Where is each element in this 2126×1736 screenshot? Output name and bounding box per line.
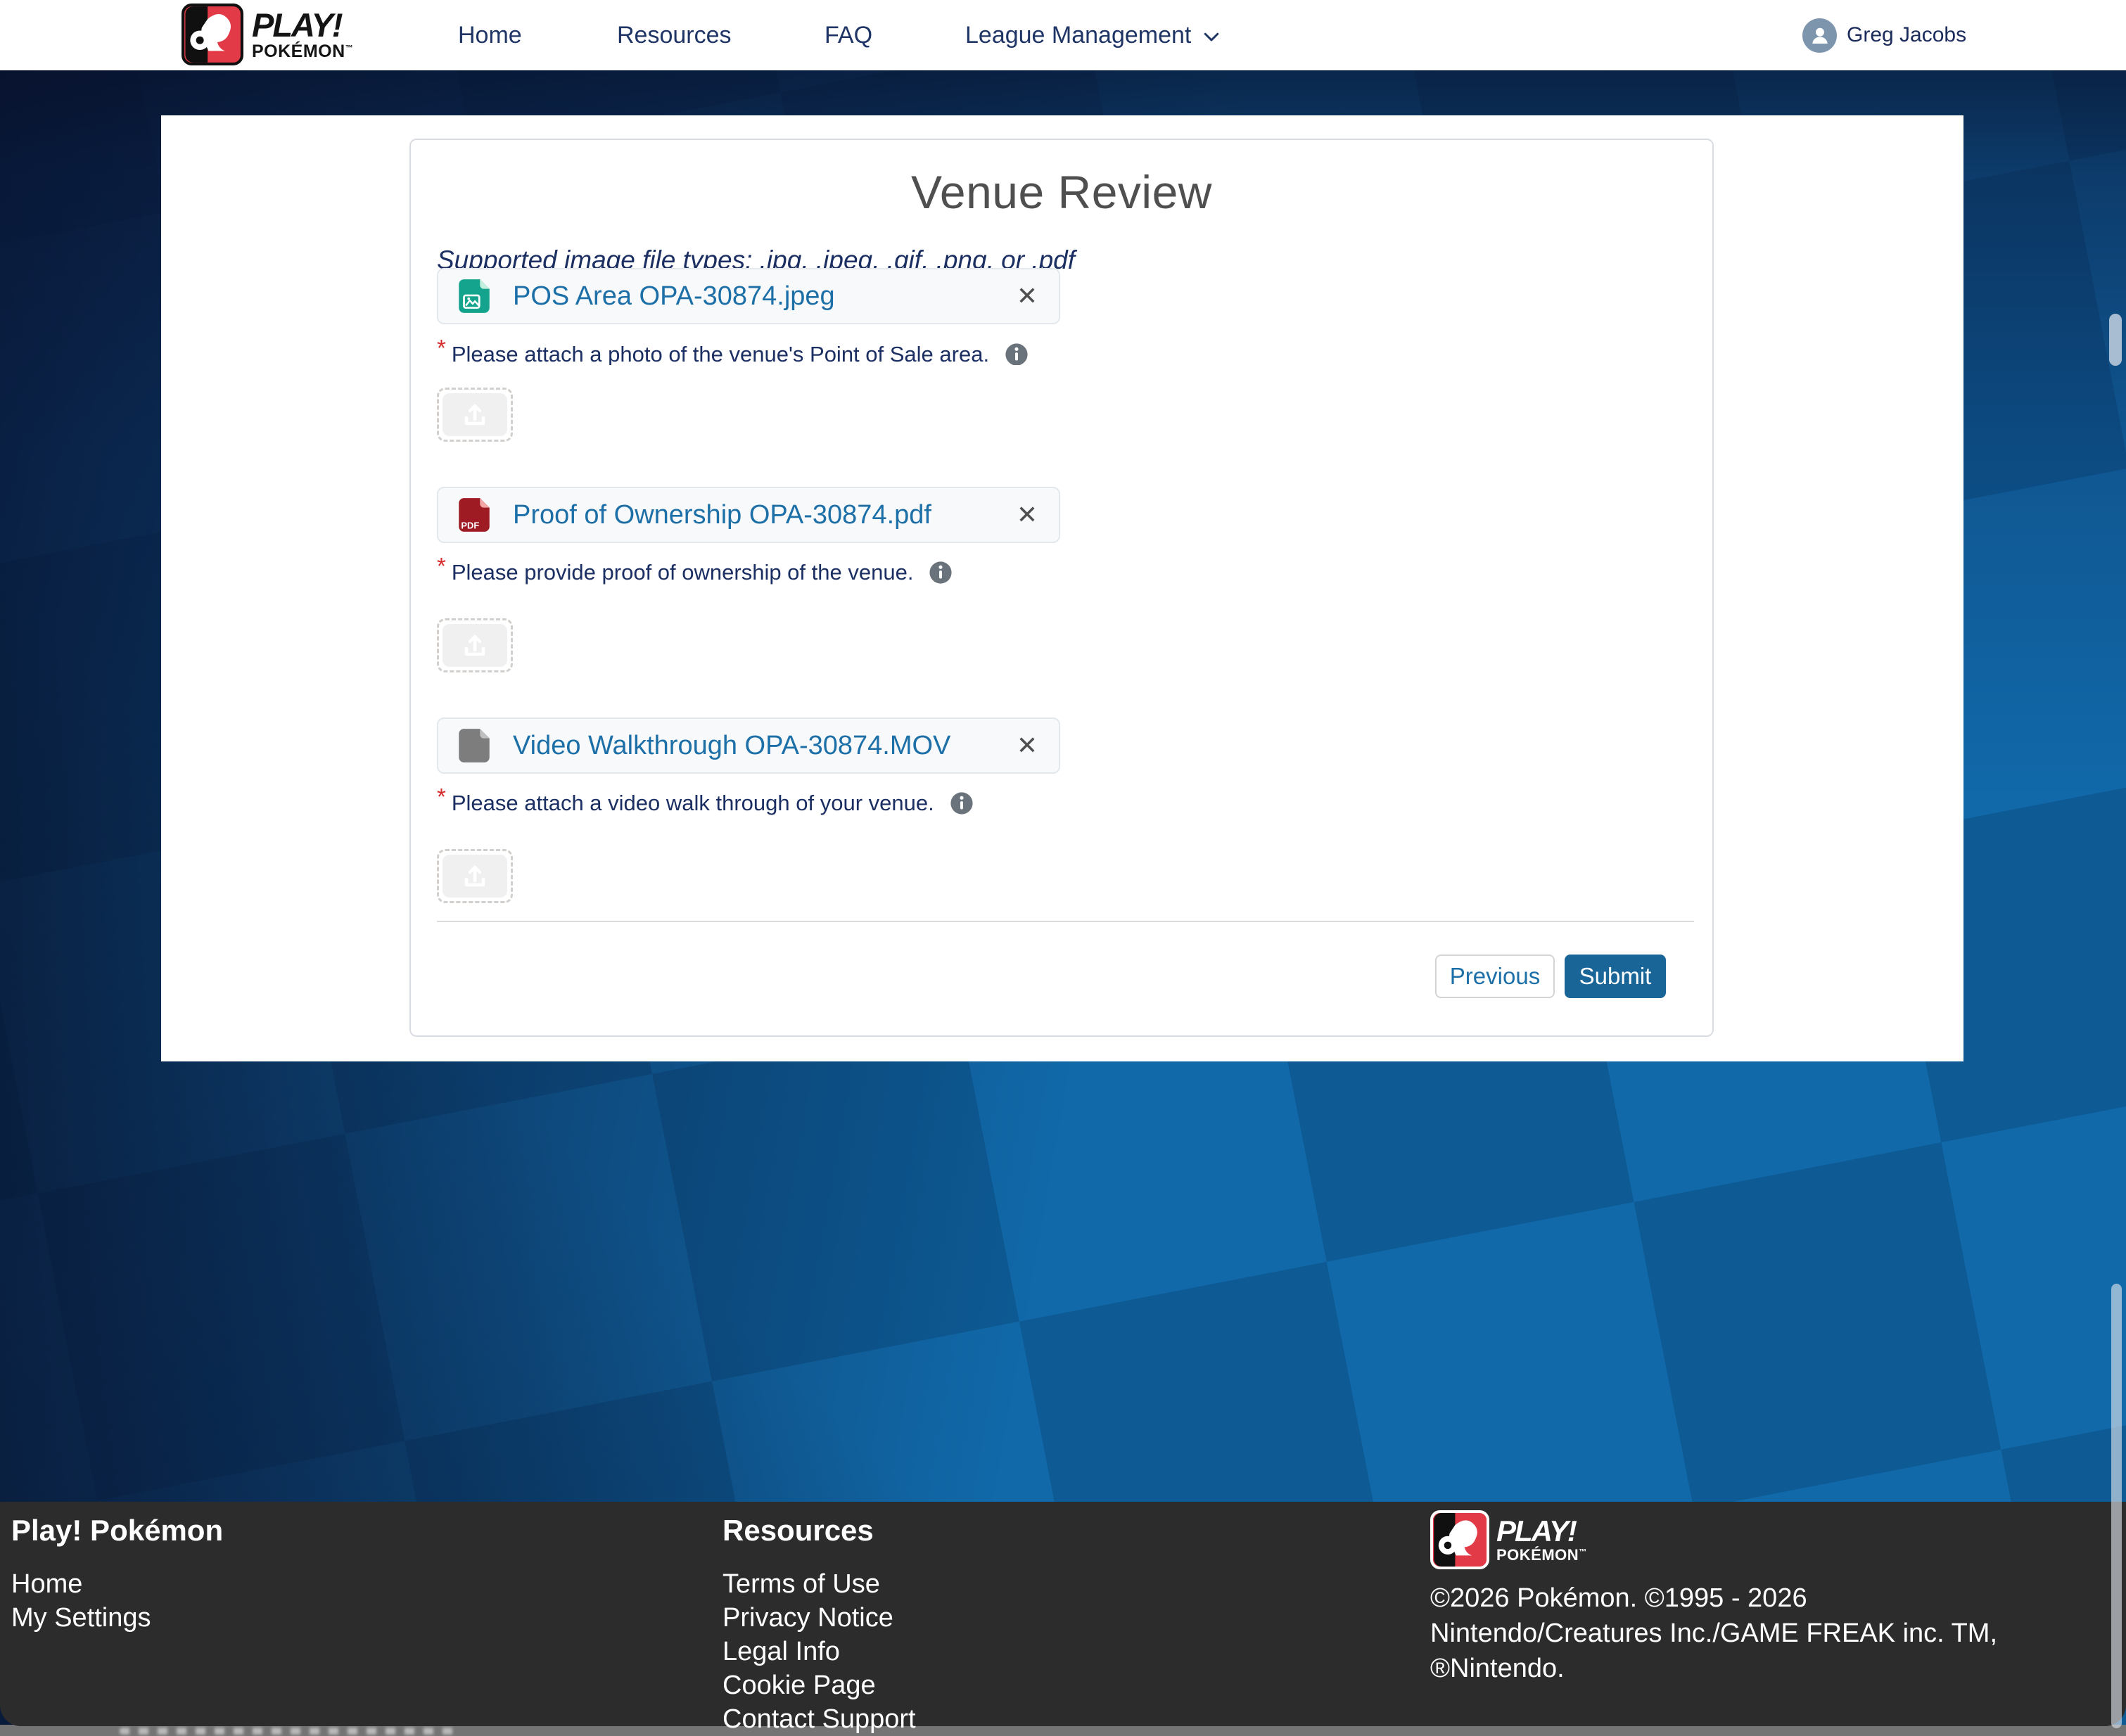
remove-file-button[interactable]: ✕	[1011, 281, 1043, 311]
copyright-line: ©2026 Pokémon. ©1995 - 2026	[1430, 1581, 1997, 1616]
submit-button[interactable]: Submit	[1565, 955, 1666, 998]
remove-file-button[interactable]: ✕	[1011, 731, 1043, 760]
copyright-line: ®Nintendo.	[1430, 1651, 1997, 1686]
upload-button[interactable]	[437, 849, 513, 903]
info-icon[interactable]	[929, 561, 953, 585]
file-link-pos-area[interactable]: POS Area OPA-30874.jpeg	[513, 281, 835, 312]
image-file-icon	[454, 276, 495, 317]
copyright-line: Nintendo/Creatures Inc./GAME FREAK inc. …	[1430, 1616, 1997, 1651]
brand-play-label: PLAY!	[252, 8, 353, 42]
top-navbar: PLAY! POKÉMON™ Home Resources FAQ League…	[0, 0, 2126, 70]
form-actions: Previous Submit	[1435, 955, 1666, 998]
footer-link-legal-info[interactable]: Legal Info	[723, 1635, 916, 1668]
remove-file-button[interactable]: ✕	[1011, 500, 1043, 530]
attached-file-row-video: Video Walkthrough OPA-30874.MOV ✕	[437, 717, 1060, 774]
person-icon	[1808, 23, 1832, 47]
previous-button[interactable]: Previous	[1435, 955, 1555, 998]
upload-icon	[443, 624, 507, 667]
brand-text: PLAY! POKÉMON™	[1496, 1517, 1587, 1563]
chevron-down-icon	[1201, 26, 1222, 47]
venue-review-card: Venue Review Supported image file types:…	[161, 115, 1963, 1061]
footer-link-my-settings[interactable]: My Settings	[11, 1601, 223, 1635]
upload-icon	[443, 393, 507, 436]
footer-link-terms-of-use[interactable]: Terms of Use	[723, 1567, 916, 1601]
blurred-edge-text	[120, 1728, 457, 1735]
page-scrollbar-thumb[interactable]	[2111, 1284, 2122, 1728]
file-requirement-caption: * Please provide proof of ownership of t…	[437, 557, 953, 588]
brand-play-label: PLAY!	[1496, 1517, 1587, 1546]
nav-league-management-label: League Management	[965, 22, 1191, 49]
upload-icon	[443, 855, 507, 898]
footer-play-pokemon-logo: PLAY! POKÉMON™	[1430, 1510, 1997, 1569]
footer-column-play-pokemon: Play! Pokémon Home My Settings	[11, 1515, 223, 1635]
footer-link-contact-support[interactable]: Contact Support	[723, 1702, 916, 1736]
avatar	[1802, 18, 1837, 53]
nav-resources[interactable]: Resources	[617, 0, 732, 70]
pdf-file-icon: PDF	[454, 494, 495, 535]
brand-text: PLAY! POKÉMON™	[252, 8, 353, 60]
svg-text:PDF: PDF	[461, 521, 479, 531]
play-pokemon-mark-icon	[1430, 1510, 1489, 1569]
attached-file-row-ownership: PDF Proof of Ownership OPA-30874.pdf ✕	[437, 487, 1060, 543]
generic-file-icon	[454, 725, 495, 766]
required-asterisk: *	[437, 339, 446, 362]
footer-link-privacy-notice[interactable]: Privacy Notice	[723, 1601, 916, 1635]
footer-link-cookie-page[interactable]: Cookie Page	[723, 1668, 916, 1702]
user-menu[interactable]: Greg Jacobs	[1802, 0, 1966, 70]
brand-pokemon-label: POKÉMON™	[252, 43, 353, 60]
footer-column-legal: PLAY! POKÉMON™ ©2026 Pokémon. ©1995 - 20…	[1430, 1510, 1997, 1686]
file-requirement-caption: * Please attach a photo of the venue's P…	[437, 339, 1029, 365]
page: PLAY! POKÉMON™ Home Resources FAQ League…	[0, 0, 2126, 1736]
brand-pokemon-label: POKÉMON™	[1496, 1547, 1587, 1563]
file-requirement-caption: * Please attach a video walk through of …	[437, 788, 974, 819]
footer-heading: Play! Pokémon	[11, 1515, 223, 1546]
form-divider	[437, 921, 1694, 922]
venue-review-form: Venue Review Supported image file types:…	[409, 139, 1714, 1037]
file-link-video[interactable]: Video Walkthrough OPA-30874.MOV	[513, 731, 950, 761]
footer-link-home[interactable]: Home	[11, 1567, 223, 1601]
user-name: Greg Jacobs	[1847, 23, 1966, 47]
attached-file-row-pos-area: POS Area OPA-30874.jpeg ✕	[437, 268, 1060, 324]
info-icon[interactable]	[1005, 343, 1029, 365]
nav-home[interactable]: Home	[458, 0, 522, 70]
footer: Play! Pokémon Home My Settings Resources…	[0, 1502, 2126, 1726]
inner-scrollbar-thumb[interactable]	[2109, 314, 2122, 366]
nav-league-management[interactable]: League Management	[965, 0, 1222, 70]
file-link-ownership[interactable]: Proof of Ownership OPA-30874.pdf	[513, 500, 931, 530]
upload-button[interactable]	[437, 618, 513, 672]
nav-faq[interactable]: FAQ	[825, 0, 872, 70]
play-pokemon-mark-icon	[182, 4, 243, 65]
page-title: Venue Review	[411, 165, 1712, 219]
upload-button[interactable]	[437, 388, 513, 442]
info-icon[interactable]	[950, 791, 974, 815]
footer-column-resources: Resources Terms of Use Privacy Notice Le…	[723, 1515, 916, 1736]
footer-heading: Resources	[723, 1515, 916, 1546]
play-pokemon-logo[interactable]: PLAY! POKÉMON™	[182, 4, 353, 65]
required-asterisk: *	[437, 553, 446, 580]
bottom-page-edge	[0, 1725, 2126, 1736]
required-asterisk: *	[437, 784, 446, 810]
